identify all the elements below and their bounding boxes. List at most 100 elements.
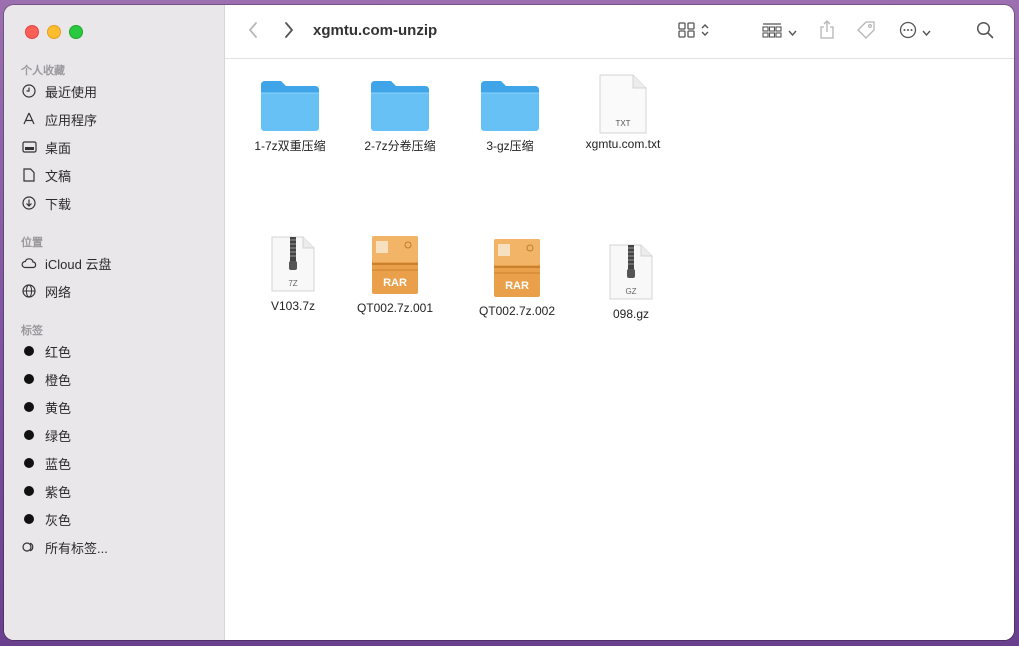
toolbar: xgmtu.com-unzip [225,5,1014,59]
desktop-icon [21,139,37,155]
sidebar-tag-red[interactable]: 红色 [21,340,71,362]
file-name: V103.7z [270,299,316,313]
file-badge: 7Z [288,279,298,288]
sidebar-tag-green[interactable]: 绿色 [21,424,71,446]
text-file-icon: TXT [575,73,671,137]
folder-icon [245,77,335,137]
file-name: 1-7z双重压缩 [254,139,326,153]
tag-dot-icon [21,371,37,387]
sidebar-all-tags[interactable]: 所有标签... [21,536,108,558]
sidebar-item-label: 下载 [45,196,72,212]
favorites-header: 个人收藏 [21,65,65,77]
sidebar-tag-orange[interactable]: 橙色 [21,368,71,390]
group-grid-icon [762,22,782,43]
file-badge: GZ [625,287,637,296]
locations-header: 位置 [21,237,43,249]
share-button[interactable] [819,19,835,45]
file-name: 2-7z分卷压缩 [364,139,436,153]
sidebar-item-label: 绿色 [45,428,72,444]
chevron-left-icon [248,21,258,43]
minimize-button[interactable] [47,25,61,39]
back-button[interactable] [243,21,263,43]
window-title: xgmtu.com-unzip [313,22,438,39]
file-item-archive[interactable]: GZ 098.gz [593,243,669,321]
zoom-button[interactable] [69,25,83,39]
download-icon [21,195,37,211]
search-icon [976,21,994,44]
sidebar-item-icloud[interactable]: iCloud 云盘 [21,252,111,274]
finder-window: 个人收藏 最近使用 应用程序 桌面 文稿 下载 位置 iCloud 云盘 网络 … [4,5,1014,640]
sidebar-item-label: 紫色 [45,484,72,500]
sidebar-item-documents[interactable]: 文稿 [21,164,71,186]
rar-archive-icon: RAR [471,238,563,304]
tag-icon [856,20,876,45]
sidebar-item-recents[interactable]: 最近使用 [21,80,97,102]
sidebar-item-label: 应用程序 [45,112,98,128]
tag-dot-icon [21,343,37,359]
sidebar-tag-yellow[interactable]: 黄色 [21,396,71,418]
file-name: QT002.7z.001 [356,301,434,315]
close-button[interactable] [25,25,39,39]
search-button[interactable] [976,20,994,44]
sidebar-item-label: 桌面 [45,140,72,156]
tag-dot-icon [21,483,37,499]
sidebar-item-desktop[interactable]: 桌面 [21,136,71,158]
sidebar-item-network[interactable]: 网络 [21,280,71,302]
sidebar-item-label: 所有标签... [45,540,108,556]
ellipsis-circle-icon [899,21,917,44]
sidebar-item-label: 网络 [45,284,72,300]
document-icon [21,167,37,183]
tag-dot-icon [21,455,37,471]
folder-icon [465,77,555,137]
cloud-icon [21,255,37,271]
sidebar-item-label: 蓝色 [45,456,72,472]
file-item-folder[interactable]: 3-gz压缩 [465,77,555,154]
sidebar-item-label: 红色 [45,344,72,360]
file-item-rar[interactable]: RAR QT002.7z.002 [471,238,563,318]
zip-archive-icon: GZ [593,243,669,307]
folder-icon [355,77,445,137]
file-name: QT002.7z.002 [478,304,556,318]
sidebar-item-label: 最近使用 [45,84,98,100]
file-name: 3-gz压缩 [486,139,534,153]
view-mode-button[interactable] [678,20,709,44]
file-item-folder[interactable]: 2-7z分卷压缩 [355,77,445,154]
sidebar: 个人收藏 最近使用 应用程序 桌面 文稿 下载 位置 iCloud 云盘 网络 … [4,5,225,640]
forward-button[interactable] [279,21,299,43]
file-name: xgmtu.com.txt [585,137,661,151]
sidebar-item-label: 文稿 [45,168,72,184]
icon-view-icon [678,21,695,43]
tags-button[interactable] [856,20,876,44]
file-badge: TXT [615,119,631,128]
sidebar-item-label: iCloud 云盘 [45,256,112,272]
sidebar-item-downloads[interactable]: 下载 [21,192,71,214]
file-badge: RAR [383,277,407,289]
sidebar-tag-blue[interactable]: 蓝色 [21,452,71,474]
updown-chevron-icon [701,23,709,42]
network-icon [21,283,37,299]
sidebar-item-applications[interactable]: 应用程序 [21,108,97,130]
tag-dot-icon [21,399,37,415]
group-by-button[interactable] [762,20,797,44]
sidebar-tag-purple[interactable]: 紫色 [21,480,71,502]
sidebar-item-label: 黄色 [45,400,72,416]
file-name: 098.gz [612,307,650,321]
tag-dot-icon [21,427,37,443]
share-icon [819,19,835,45]
chevron-right-icon [284,21,294,43]
sidebar-item-label: 橙色 [45,372,72,388]
file-item-rar[interactable]: RAR QT002.7z.001 [350,235,440,315]
all-tags-icon [21,539,37,555]
window-controls [25,25,83,39]
file-item-archive[interactable]: 7Z V103.7z [255,235,331,313]
file-badge: RAR [505,280,529,292]
zip-archive-icon: 7Z [255,235,331,299]
file-item-folder[interactable]: 1-7z双重压缩 [245,77,335,154]
more-actions-button[interactable] [899,20,931,44]
sidebar-item-label: 灰色 [45,512,72,528]
clock-icon [21,83,37,99]
chevron-down-icon [788,23,797,41]
sidebar-tag-gray[interactable]: 灰色 [21,508,71,530]
file-item-txt[interactable]: TXT xgmtu.com.txt [575,73,671,151]
applications-icon [21,111,37,127]
